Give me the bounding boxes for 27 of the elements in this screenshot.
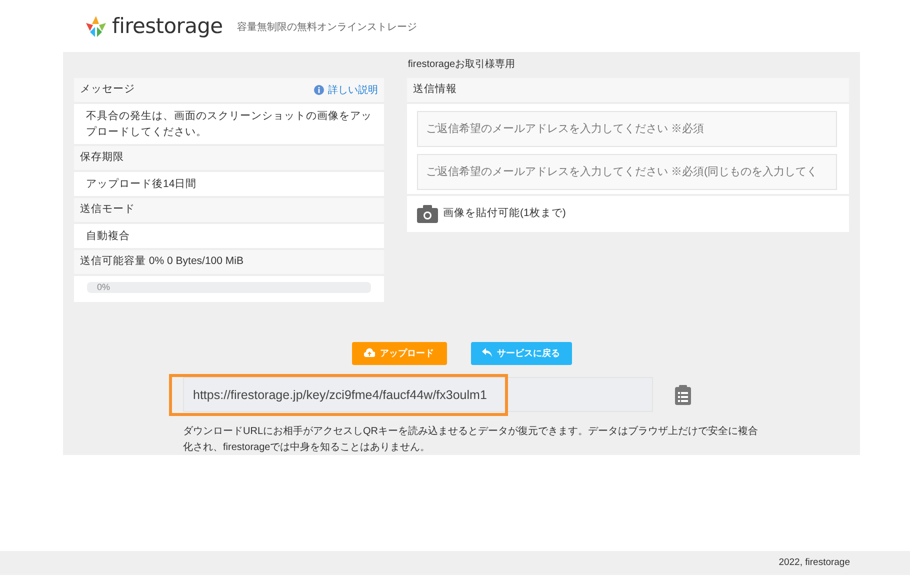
clipboard-icon[interactable] [675, 384, 691, 404]
email-field[interactable]: ご返信希望のメールアドレスを入力してください ※必須(同じものを入力してく [417, 154, 837, 190]
section-heading: 送信可能容量 0% 0 Bytes/100 MiB [80, 254, 244, 270]
info-icon [314, 85, 324, 95]
notice-text: ダウンロードURLにお相手がアクセスしQRキーを読み込ませるとデータが復元できます。データはブラウザ上だけで安全に複合化され、firestorageでは中身を知ることはありません。 [183, 424, 760, 455]
cloud-upload-icon [364, 348, 375, 357]
section-text: 自動複合 [86, 229, 130, 244]
footer-text: 2022, firestorage [778, 557, 850, 568]
progress-label: 0% [97, 282, 110, 293]
section-heading: 保存期限 [80, 150, 124, 166]
url-field[interactable]: https://firestorage.jp/key/zci9fme4/faucf44w/fx3oulm1 [183, 377, 653, 412]
section-heading: メッセージ [80, 82, 135, 98]
panel-title: firestorageお取引様専用 [408, 59, 516, 70]
brand-name: firestorage [112, 13, 223, 40]
section-text: アップロード後14日間 [86, 177, 197, 192]
camera-icon[interactable] [417, 205, 438, 223]
back-button[interactable]: サービスに戻る [470, 342, 572, 365]
attach-note: 画像を貼付可能(1枚まで) [443, 206, 566, 222]
help-link[interactable]: 詳しい説明 [314, 82, 378, 98]
section-heading: 送信情報 [413, 82, 457, 98]
logo-icon [84, 15, 108, 39]
tagline: 容量無制限の無料オンラインストレージ [236, 20, 417, 34]
email-field[interactable]: ご返信希望のメールアドレスを入力してください ※必須 [417, 111, 837, 147]
section-text: 不具合の発生は、画面のスクリーンショットの画像をアップロードしてください。 [86, 109, 372, 140]
upload-button[interactable]: アップロード [352, 342, 446, 365]
reply-arrow-icon [482, 348, 492, 357]
section-heading: 送信モード [80, 202, 135, 218]
